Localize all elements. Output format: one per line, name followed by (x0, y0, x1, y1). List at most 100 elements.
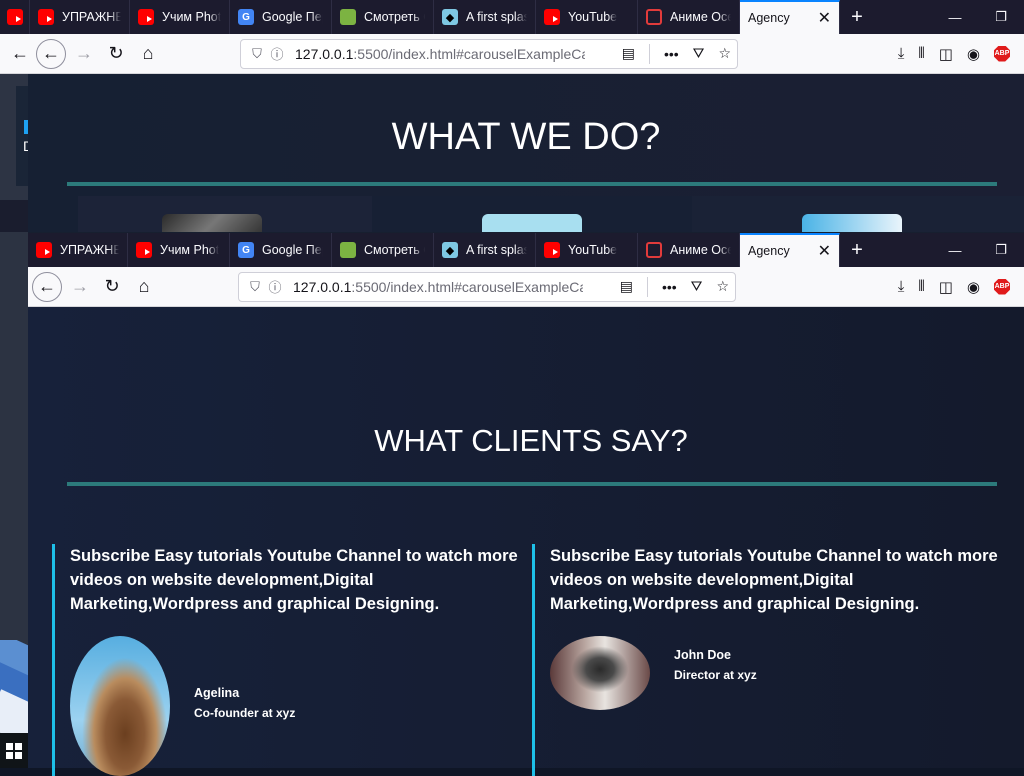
testimonial-quote: Subscribe Easy tutorials Youtube Channel… (70, 547, 518, 613)
pocket-icon[interactable]: ⛛ (691, 278, 703, 295)
tab-item[interactable]: Учим Phot (128, 233, 230, 267)
tab-item[interactable]: УПРАЖНЕ (30, 0, 130, 34)
tab-item[interactable]: Аниме Осе (638, 233, 740, 267)
url-bar[interactable]: ⛉ ⓘ 127.0.0.1:5500/index.html#carouselEx… (240, 38, 738, 69)
divider (648, 43, 650, 64)
tab-label: YouTube (568, 10, 618, 24)
shield-icon[interactable]: ⛉ (245, 279, 265, 295)
pocket-icon[interactable]: ⛛ (693, 45, 705, 62)
toolbar-right: ⤓ ⫴ ◫ ◉ ABP (898, 278, 1024, 296)
section-heading: WHAT CLIENTS SAY? (374, 423, 688, 458)
tab-pinned[interactable] (0, 0, 30, 34)
tab-item[interactable]: Смотреть С (332, 233, 434, 267)
bookmark-star-icon[interactable]: ☆ (716, 278, 729, 295)
reload-button[interactable]: ↻ (96, 271, 128, 303)
tab-label: Google Пер (262, 10, 323, 24)
navigation-toolbar: ← ← → ↻ ⌂ ⛉ ⓘ 127.0.0.1:5500/index.html#… (0, 34, 1024, 74)
youtube-icon (544, 242, 560, 258)
browser-window-front[interactable]: УПРАЖНЕ Учим Phot G Google Пер Смотреть С… (28, 233, 1024, 776)
library-icon[interactable]: ⫴ (918, 278, 924, 295)
forward-button[interactable]: → (64, 271, 96, 303)
service-image (802, 214, 902, 232)
tab-active[interactable]: Agency ✕ (740, 0, 840, 34)
info-icon[interactable]: ⓘ (265, 277, 285, 296)
home-button[interactable]: ⌂ (132, 38, 164, 70)
adblock-plus-icon[interactable]: ABP (994, 45, 1010, 62)
testimonial-card: Subscribe Easy tutorials Youtube Channel… (532, 544, 1002, 776)
url-text[interactable]: 127.0.0.1:5500/index.html#carouselExampl… (295, 46, 585, 62)
tab-label: Учим Phot (160, 243, 220, 257)
windows-start-button[interactable] (0, 733, 28, 768)
youtube-icon (138, 9, 154, 25)
service-image (482, 214, 582, 232)
author-role: Co-founder at xyz (194, 706, 296, 720)
library-icon[interactable]: ⫴ (918, 45, 924, 62)
minimize-icon[interactable]: — (932, 233, 978, 267)
minimize-icon[interactable]: — (932, 0, 978, 34)
tab-item[interactable]: Аниме Осе (638, 0, 740, 34)
close-tab-icon[interactable]: ✕ (818, 241, 831, 261)
reader-view-icon[interactable]: ▤ (622, 45, 635, 62)
url-text[interactable]: 127.0.0.1:5500/index.html#carouselExampl… (293, 279, 583, 295)
reader-view-icon[interactable]: ▤ (620, 278, 633, 295)
tab-label: УПРАЖНЕ (60, 243, 119, 257)
desktop-wallpaper (0, 640, 28, 735)
anime-icon (646, 9, 662, 25)
section-heading: WHAT WE DO? (391, 116, 661, 158)
background-window-edge: D (0, 74, 33, 200)
window-controls: — ❐ (932, 233, 1024, 267)
browser-window-back[interactable]: УПРАЖНЕ Учим Phot G Google Пер Смотреть С… (0, 0, 1024, 232)
tab-label: Agency (748, 244, 790, 258)
testimonial-quote: Subscribe Easy tutorials Youtube Channel… (550, 547, 998, 613)
tab-active[interactable]: Agency ✕ (740, 233, 840, 267)
avatar (550, 636, 650, 710)
youtube-icon (544, 9, 560, 25)
home-button[interactable]: ⌂ (128, 271, 160, 303)
tab-label: УПРАЖНЕ (62, 10, 121, 24)
restore-icon[interactable]: ❐ (978, 233, 1024, 267)
tab-item[interactable]: Смотреть С (332, 0, 434, 34)
new-tab-button[interactable]: + (840, 233, 874, 267)
google-translate-icon: G (238, 242, 254, 258)
tab-item[interactable]: G Google Пер (230, 233, 332, 267)
author-role: Director at xyz (674, 668, 757, 682)
tab-strip: УПРАЖНЕ Учим Phot G Google Пер Смотреть С… (0, 0, 1024, 34)
tab-label: Смотреть С (364, 10, 425, 24)
toolbar-right: ⤓ ⫴ ◫ ◉ ABP (898, 45, 1024, 63)
account-icon[interactable]: ◉ (967, 278, 980, 296)
back-button[interactable]: ← (36, 38, 66, 69)
close-tab-icon[interactable]: ✕ (818, 8, 831, 28)
restore-icon[interactable]: ❐ (978, 0, 1024, 34)
back-arrow-icon[interactable]: ← (4, 38, 36, 70)
more-actions-icon[interactable]: ••• (664, 46, 679, 62)
window-controls: — ❐ (932, 0, 1024, 34)
tab-label: Аниме Осе (670, 10, 731, 24)
sidebar-icon[interactable]: ◫ (939, 45, 953, 63)
tab-item[interactable]: G Google Пер (230, 0, 332, 34)
tab-strip: УПРАЖНЕ Учим Phot G Google Пер Смотреть С… (28, 233, 1024, 267)
shield-icon[interactable]: ⛉ (247, 46, 267, 62)
tab-label: Учим Phot (162, 10, 221, 24)
tab-item[interactable]: ◆ A first splas (434, 0, 536, 34)
sidebar-icon[interactable]: ◫ (939, 278, 953, 296)
tab-item[interactable]: УПРАЖНЕ (28, 233, 128, 267)
bookmark-star-icon[interactable]: ☆ (718, 45, 731, 62)
tab-item[interactable]: YouTube (536, 0, 638, 34)
download-icon[interactable]: ⤓ (898, 45, 905, 62)
info-icon[interactable]: ⓘ (267, 44, 287, 63)
download-icon[interactable]: ⤓ (898, 278, 905, 295)
tab-item[interactable]: YouTube (536, 233, 638, 267)
back-button[interactable]: ← (32, 271, 62, 302)
reload-button[interactable]: ↻ (100, 38, 132, 70)
smotret-icon (340, 9, 356, 25)
account-icon[interactable]: ◉ (967, 45, 980, 63)
url-bar[interactable]: ⛉ ⓘ 127.0.0.1:5500/index.html#carouselEx… (238, 271, 736, 302)
adblock-plus-icon[interactable]: ABP (994, 278, 1010, 295)
new-tab-button[interactable]: + (840, 0, 874, 34)
more-actions-icon[interactable]: ••• (662, 279, 677, 295)
tab-item[interactable]: Учим Phot (130, 0, 230, 34)
tab-item[interactable]: ◆ A first splas (434, 233, 536, 267)
windows-logo-icon (6, 742, 22, 759)
youtube-icon (7, 9, 23, 25)
forward-button[interactable]: → (68, 38, 100, 70)
